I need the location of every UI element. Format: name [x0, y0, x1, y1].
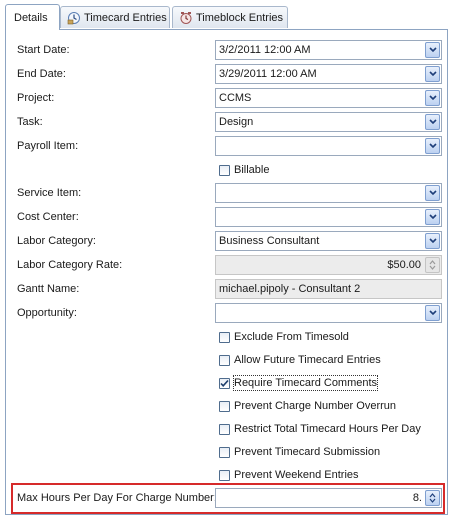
labor-category-rate-field: $50.00	[215, 255, 442, 275]
gantt-name-value: michael.pipoly - Consultant 2	[219, 283, 361, 295]
checkbox-box[interactable]	[219, 164, 230, 176]
chevron-down-icon[interactable]	[425, 42, 440, 58]
prevent-timecard-submission-label: Prevent Timecard Submission	[234, 446, 381, 458]
chevron-down-icon[interactable]	[425, 90, 440, 106]
end-date-value: 3/29/2011 12:00 AM	[219, 68, 317, 80]
require-timecard-comments-label: Require Timecard Comments	[232, 375, 379, 391]
project-select[interactable]: CCMS	[215, 88, 442, 108]
task-select[interactable]: Design	[215, 112, 442, 132]
opportunity-label: Opportunity:	[17, 307, 77, 319]
billable-checkbox[interactable]: Billable	[219, 162, 269, 178]
labor-category-rate-label: Labor Category Rate:	[17, 259, 123, 271]
timecard-icon	[67, 11, 81, 25]
project-value: CCMS	[219, 92, 252, 104]
spinner-icon[interactable]	[425, 490, 440, 506]
checkbox-box[interactable]	[219, 377, 230, 389]
task-label: Task:	[17, 116, 43, 128]
chevron-down-icon[interactable]	[425, 138, 440, 154]
tab-timeblock-entries[interactable]: Timeblock Entries	[172, 6, 288, 28]
tab-details-label: Details	[14, 11, 48, 24]
checkmark-icon	[220, 379, 229, 387]
prevent-timecard-submission-checkbox[interactable]: Prevent Timecard Submission	[219, 444, 380, 460]
payroll-item-label: Payroll Item:	[17, 140, 79, 152]
gantt-name-label: Gantt Name:	[17, 283, 80, 295]
prevent-weekend-entries-checkbox[interactable]: Prevent Weekend Entries	[219, 467, 359, 483]
chevron-down-icon[interactable]	[425, 209, 440, 225]
checkbox-box[interactable]	[219, 400, 230, 412]
payroll-item-select[interactable]	[215, 136, 442, 156]
end-date-label: End Date:	[17, 68, 66, 80]
cost-center-label: Cost Center:	[17, 211, 79, 223]
tab-bar: Details Timecard Entries Timeblock Entri…	[0, 0, 450, 30]
checkbox-box[interactable]	[219, 423, 230, 435]
tab-timecard-entries[interactable]: Timecard Entries	[60, 6, 170, 28]
chevron-down-icon[interactable]	[425, 114, 440, 130]
restrict-total-timecard-hours-checkbox[interactable]: Restrict Total Timecard Hours Per Day	[219, 421, 421, 437]
prevent-weekend-entries-label: Prevent Weekend Entries	[234, 469, 359, 481]
checkbox-box[interactable]	[219, 469, 230, 481]
chevron-down-icon[interactable]	[425, 233, 440, 249]
timeblock-icon	[179, 11, 193, 25]
labor-category-rate-value: $50.00	[387, 259, 421, 271]
tab-timeblock-entries-label: Timeblock Entries	[196, 11, 284, 24]
allow-future-timecard-entries-checkbox[interactable]: Allow Future Timecard Entries	[219, 352, 381, 368]
require-timecard-comments-checkbox[interactable]: Require Timecard Comments	[219, 375, 379, 391]
max-hours-input[interactable]: 8.	[215, 488, 442, 508]
checkbox-box[interactable]	[219, 354, 230, 366]
max-hours-label: Max Hours Per Day For Charge Number:	[17, 492, 217, 504]
labor-category-value: Business Consultant	[219, 235, 320, 247]
opportunity-select[interactable]	[215, 303, 442, 323]
tab-details[interactable]: Details	[5, 4, 60, 30]
service-item-select[interactable]	[215, 183, 442, 203]
exclude-from-timesold-label: Exclude From Timesold	[234, 331, 349, 343]
labor-category-label: Labor Category:	[17, 235, 96, 247]
service-item-label: Service Item:	[17, 187, 82, 199]
restrict-total-timecard-hours-label: Restrict Total Timecard Hours Per Day	[234, 423, 421, 435]
end-date-field[interactable]: 3/29/2011 12:00 AM	[215, 64, 442, 84]
prevent-charge-number-overrun-checkbox[interactable]: Prevent Charge Number Overrun	[219, 398, 396, 414]
start-date-label: Start Date:	[17, 44, 70, 56]
chevron-down-icon[interactable]	[425, 305, 440, 321]
chevron-down-icon[interactable]	[425, 66, 440, 82]
tab-timecard-entries-label: Timecard Entries	[84, 11, 167, 24]
chevron-down-icon[interactable]	[425, 185, 440, 201]
checkbox-box[interactable]	[219, 331, 230, 343]
billable-label: Billable	[234, 164, 270, 176]
exclude-from-timesold-checkbox[interactable]: Exclude From Timesold	[219, 329, 349, 345]
checkbox-box[interactable]	[219, 446, 230, 458]
cost-center-select[interactable]	[215, 207, 442, 227]
project-label: Project:	[17, 92, 55, 104]
task-value: Design	[219, 116, 254, 128]
prevent-charge-number-overrun-label: Prevent Charge Number Overrun	[234, 400, 397, 412]
labor-category-select[interactable]: Business Consultant	[215, 231, 442, 251]
max-hours-value: 8.	[412, 492, 422, 504]
start-date-field[interactable]: 3/2/2011 12:00 AM	[215, 40, 442, 60]
gantt-name-field: michael.pipoly - Consultant 2	[215, 279, 442, 299]
spinner-icon	[425, 257, 440, 273]
allow-future-timecard-entries-label: Allow Future Timecard Entries	[234, 354, 381, 366]
start-date-value: 3/2/2011 12:00 AM	[219, 44, 311, 56]
